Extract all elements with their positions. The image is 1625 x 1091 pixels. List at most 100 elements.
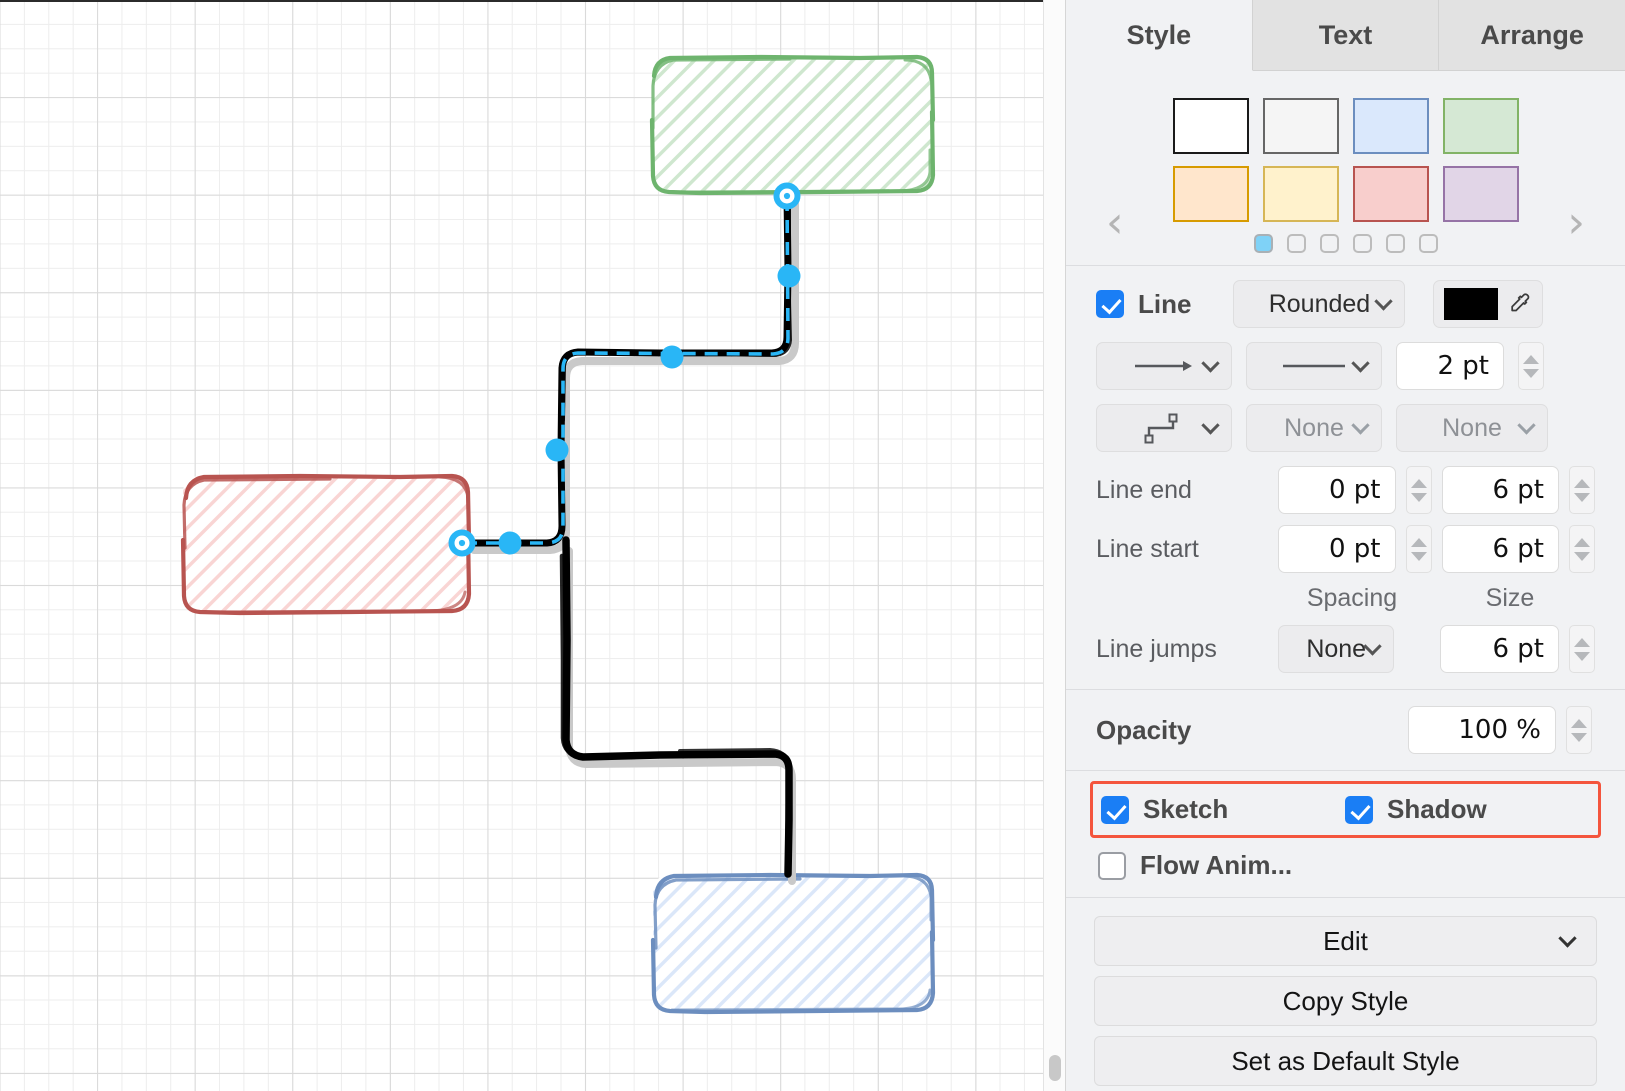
shadow-checkbox[interactable] xyxy=(1345,796,1373,824)
shape-green[interactable] xyxy=(652,56,934,193)
gallery-dot-2[interactable] xyxy=(1287,234,1306,253)
shape-red[interactable] xyxy=(183,475,470,613)
line-style-select[interactable]: Rounded xyxy=(1233,280,1405,328)
line-jumps-row: Line jumps None 6 pt xyxy=(1096,625,1595,673)
edit-button-label: Edit xyxy=(1323,926,1368,957)
eyedropper-icon xyxy=(1506,291,1532,317)
shape-blue[interactable] xyxy=(653,874,934,1012)
edge-waypoint-handle xyxy=(546,439,569,462)
shadow-toggle[interactable]: Shadow xyxy=(1345,794,1487,825)
opacity-section: Opacity 100 % xyxy=(1066,690,1625,770)
divider xyxy=(1066,770,1625,771)
line-end-style-select[interactable]: None xyxy=(1396,404,1548,452)
line-start-label: Line start xyxy=(1096,535,1268,564)
chevron-right-icon[interactable]: › xyxy=(1567,201,1585,245)
gallery-page-dots xyxy=(1066,234,1625,253)
line-end-size-stepper[interactable] xyxy=(1569,466,1595,514)
line-waypoint-select[interactable] xyxy=(1096,404,1232,452)
line-end-label: Line end xyxy=(1096,476,1268,505)
chevron-down-icon xyxy=(1364,637,1382,655)
style-swatch-red[interactable] xyxy=(1353,166,1429,222)
solid-line-icon xyxy=(1281,361,1347,371)
line-pattern-select[interactable] xyxy=(1246,342,1382,390)
chevron-down-icon xyxy=(1351,354,1369,372)
tab-text[interactable]: Text xyxy=(1253,0,1440,71)
sketch-toggle[interactable]: Sketch xyxy=(1101,794,1345,825)
canvas-vertical-scrollbar[interactable] xyxy=(1043,0,1065,1091)
line-start-row: Line start 0 pt 6 pt xyxy=(1096,525,1595,573)
sketch-label: Sketch xyxy=(1143,794,1228,825)
line-arrow-row: 2 pt xyxy=(1096,342,1595,390)
line-color-button[interactable] xyxy=(1433,280,1543,328)
scrollbar-thumb[interactable] xyxy=(1049,1055,1061,1081)
copy-style-button-label: Copy Style xyxy=(1283,986,1409,1017)
line-end-size-input[interactable]: 6 pt xyxy=(1442,466,1560,514)
line-width-input[interactable]: 2 pt xyxy=(1396,342,1504,390)
line-width-stepper[interactable] xyxy=(1518,342,1544,390)
line-end-spacing-input[interactable]: 0 pt xyxy=(1278,466,1396,514)
set-default-style-button-label: Set as Default Style xyxy=(1231,1046,1459,1077)
diagram-canvas[interactable] xyxy=(0,0,1043,1091)
line-start-spacing-input[interactable]: 0 pt xyxy=(1278,525,1396,573)
copy-style-button[interactable]: Copy Style xyxy=(1094,976,1597,1026)
flow-anim-checkbox[interactable] xyxy=(1098,852,1126,880)
opacity-stepper[interactable] xyxy=(1566,706,1592,754)
line-end-spacing-stepper[interactable] xyxy=(1406,466,1432,514)
edge-secondary[interactable] xyxy=(562,540,792,881)
chevron-down-icon xyxy=(1201,416,1219,434)
line-style-value: Rounded xyxy=(1269,290,1370,319)
tab-style[interactable]: Style xyxy=(1066,0,1253,71)
line-start-arrow-select[interactable] xyxy=(1096,342,1232,390)
line-start-style-select[interactable]: None xyxy=(1246,404,1382,452)
style-swatch-white[interactable] xyxy=(1173,98,1249,154)
line-waypoint-row: None None xyxy=(1096,404,1595,452)
line-start-style-value: None xyxy=(1284,414,1344,443)
chevron-down-icon xyxy=(1558,929,1576,947)
line-end-style-value: None xyxy=(1442,414,1502,443)
gallery-dot-4[interactable] xyxy=(1353,234,1372,253)
flow-anim-toggle[interactable]: Flow Anim... xyxy=(1098,850,1593,881)
opacity-row: Opacity 100 % xyxy=(1096,706,1595,754)
gallery-dot-3[interactable] xyxy=(1320,234,1339,253)
style-actions: Edit Copy Style Set as Default Style xyxy=(1066,898,1625,1086)
line-section: Line Rounded xyxy=(1066,266,1625,689)
style-swatch-green[interactable] xyxy=(1443,98,1519,154)
style-swatch-yellow[interactable] xyxy=(1263,166,1339,222)
tab-arrange[interactable]: Arrange xyxy=(1439,0,1625,71)
gallery-dot-6[interactable] xyxy=(1419,234,1438,253)
format-panel: Style Text Arrange ‹ › xyxy=(1065,0,1625,1091)
arrow-right-icon xyxy=(1133,358,1195,374)
opacity-input[interactable]: 100 % xyxy=(1408,706,1556,754)
style-swatch-gray[interactable] xyxy=(1263,98,1339,154)
gallery-dot-1[interactable] xyxy=(1254,234,1273,253)
set-default-style-button[interactable]: Set as Default Style xyxy=(1094,1036,1597,1086)
edge-waypoint-handle xyxy=(499,532,522,555)
line-start-size-input[interactable]: 6 pt xyxy=(1442,525,1560,573)
canvas-drawing-layer xyxy=(0,0,1043,1091)
shadow-label: Shadow xyxy=(1387,794,1487,825)
sketch-checkbox[interactable] xyxy=(1101,796,1129,824)
sketch-shadow-highlight-group: Sketch Shadow xyxy=(1090,781,1601,838)
line-start-spacing-stepper[interactable] xyxy=(1406,525,1432,573)
chevron-down-icon xyxy=(1517,416,1535,434)
edge-waypoint-handle xyxy=(778,265,801,288)
format-panel-tabs: Style Text Arrange xyxy=(1066,0,1625,71)
style-swatch-orange[interactable] xyxy=(1173,166,1249,222)
opacity-label: Opacity xyxy=(1096,715,1398,746)
line-jumps-size-input[interactable]: 6 pt xyxy=(1440,625,1559,673)
chevron-left-icon[interactable]: ‹ xyxy=(1106,201,1124,245)
line-start-size-stepper[interactable] xyxy=(1569,525,1595,573)
edge-waypoint-handle xyxy=(661,346,684,369)
line-checkbox[interactable] xyxy=(1096,290,1124,318)
line-jumps-type-select[interactable]: None xyxy=(1278,625,1394,673)
line-jumps-type-value: None xyxy=(1306,635,1366,664)
edit-button[interactable]: Edit xyxy=(1094,916,1597,966)
line-jumps-size-stepper[interactable] xyxy=(1569,625,1595,673)
style-swatch-blue[interactable] xyxy=(1353,98,1429,154)
gallery-dot-5[interactable] xyxy=(1386,234,1405,253)
edge-selected[interactable] xyxy=(452,186,801,555)
style-swatch-purple[interactable] xyxy=(1443,166,1519,222)
style-swatch-gallery: ‹ › xyxy=(1066,71,1625,265)
caption-spacing: Spacing xyxy=(1278,584,1426,613)
line-label: Line xyxy=(1138,289,1191,320)
